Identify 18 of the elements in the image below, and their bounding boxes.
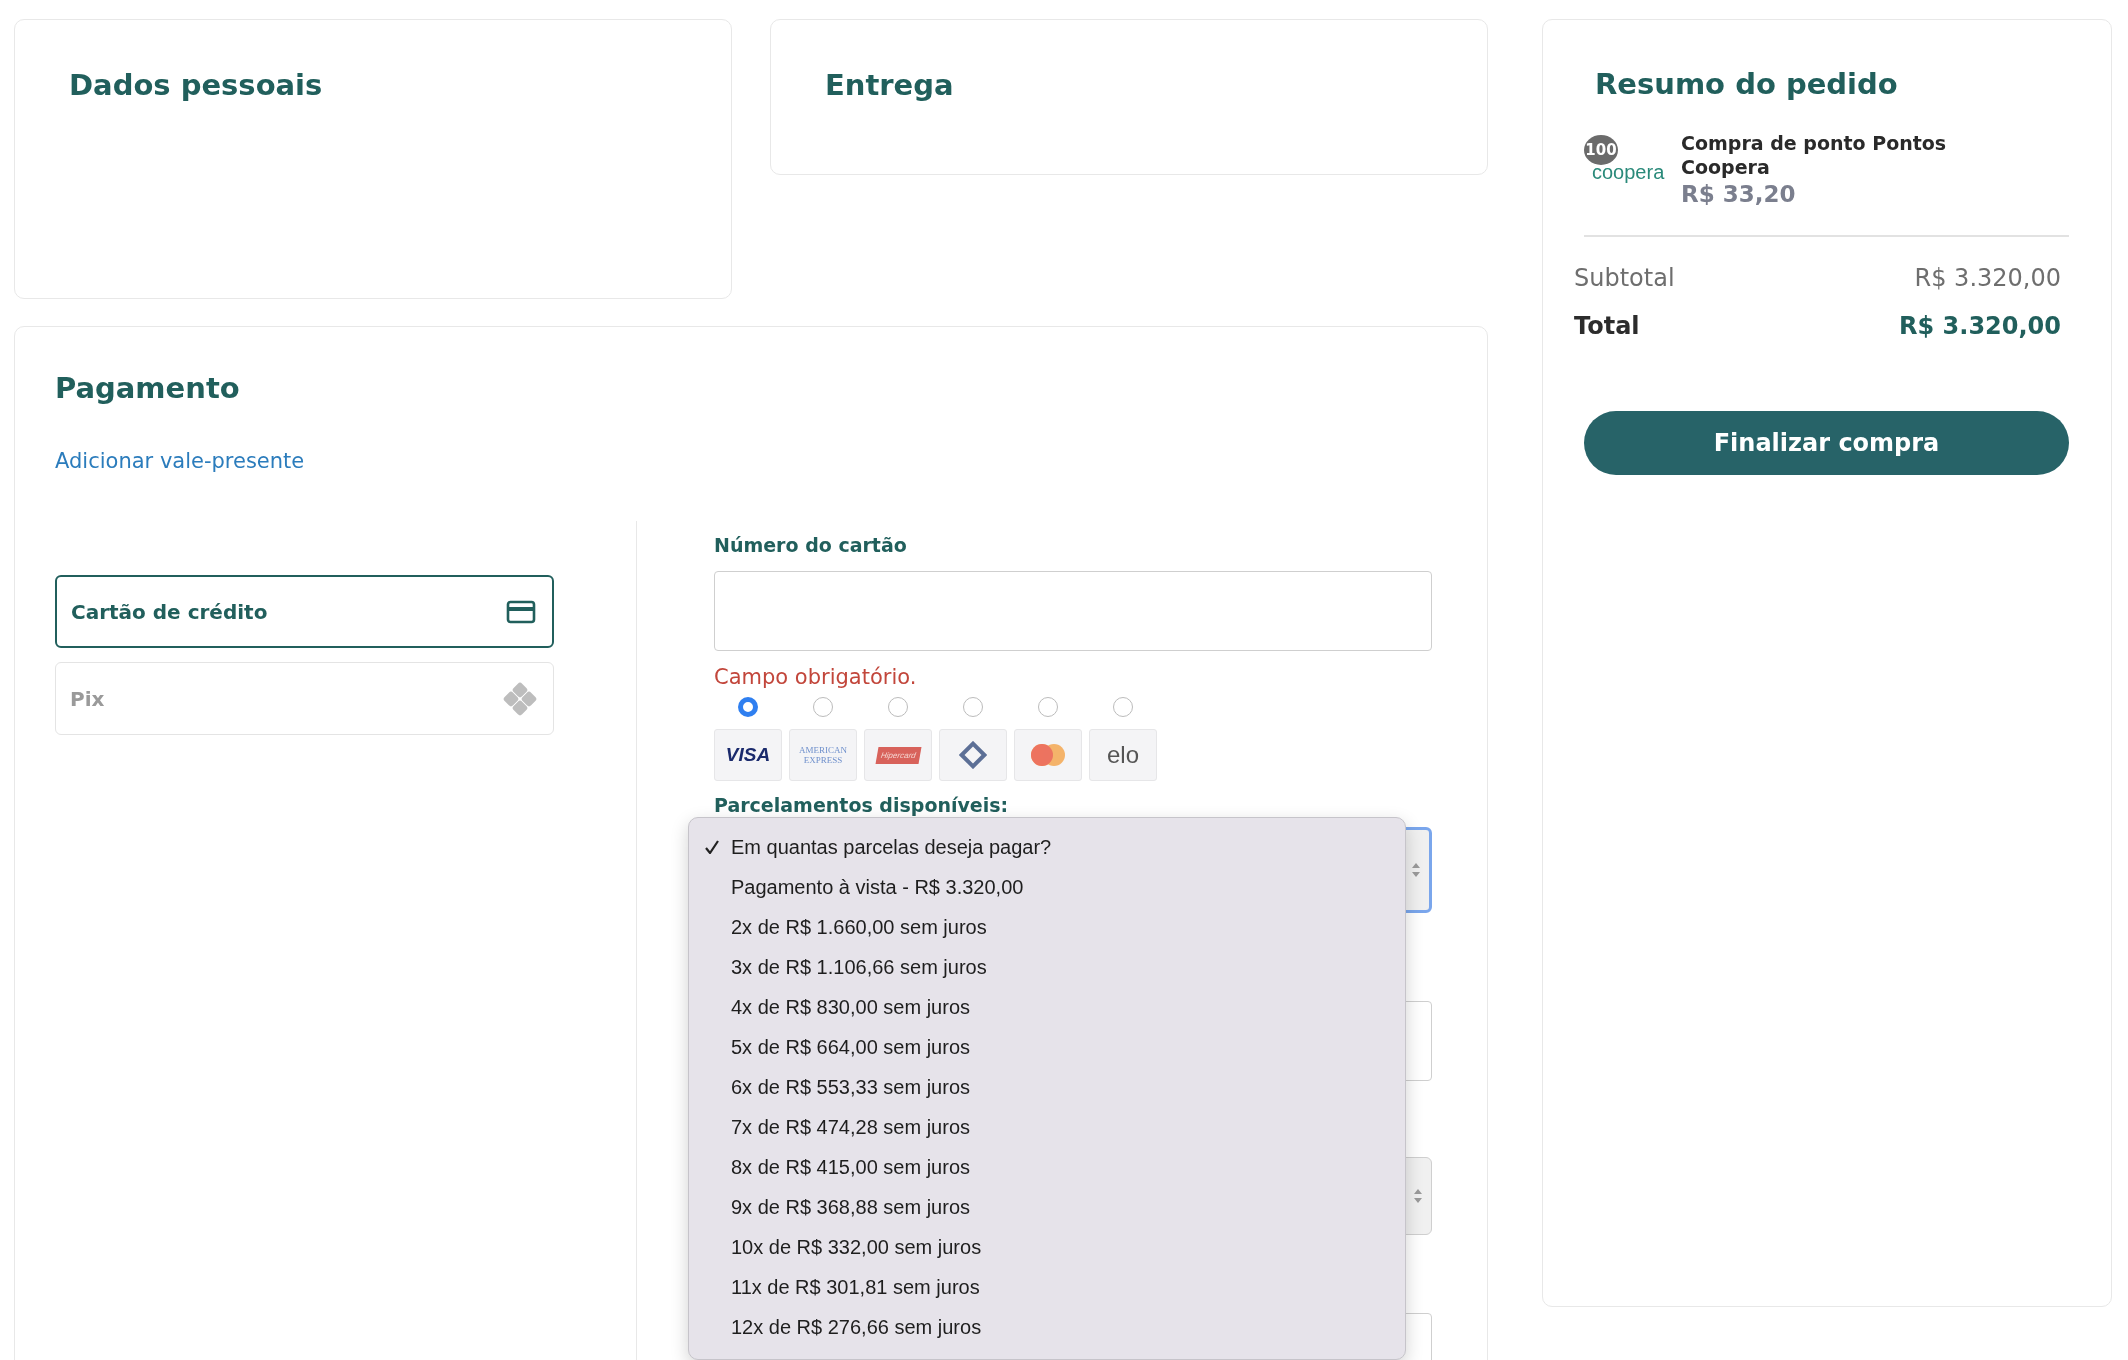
subtotal-label: Subtotal	[1574, 263, 1675, 294]
logo-text: elo	[1107, 742, 1139, 768]
field-label: Parcelamentos disponíveis:	[714, 793, 1010, 817]
logo-text: Hipercard	[875, 746, 921, 764]
field-label: Número do cartão	[714, 533, 908, 557]
total-value: R$ 3.320,00	[1899, 311, 2061, 342]
section-title: Dados pessoais	[69, 67, 324, 104]
logo-text: AMERICAN EXPRESS	[798, 745, 848, 765]
section-title: Pagamento	[55, 370, 241, 407]
subtotal-value: R$ 3.320,00	[1914, 263, 2061, 294]
error-message: Campo obrigatório.	[714, 664, 918, 691]
logo-text: VISA	[725, 744, 771, 766]
section-title: Entrega	[825, 67, 955, 104]
section-title: Resumo do pedido	[1595, 66, 1899, 103]
product-name: Compra de ponto Pontos Coopera	[1681, 131, 1948, 179]
total-label: Total	[1574, 311, 1640, 342]
product-price: R$ 33,20	[1681, 180, 1797, 209]
points-badge: 100	[1584, 135, 1618, 165]
